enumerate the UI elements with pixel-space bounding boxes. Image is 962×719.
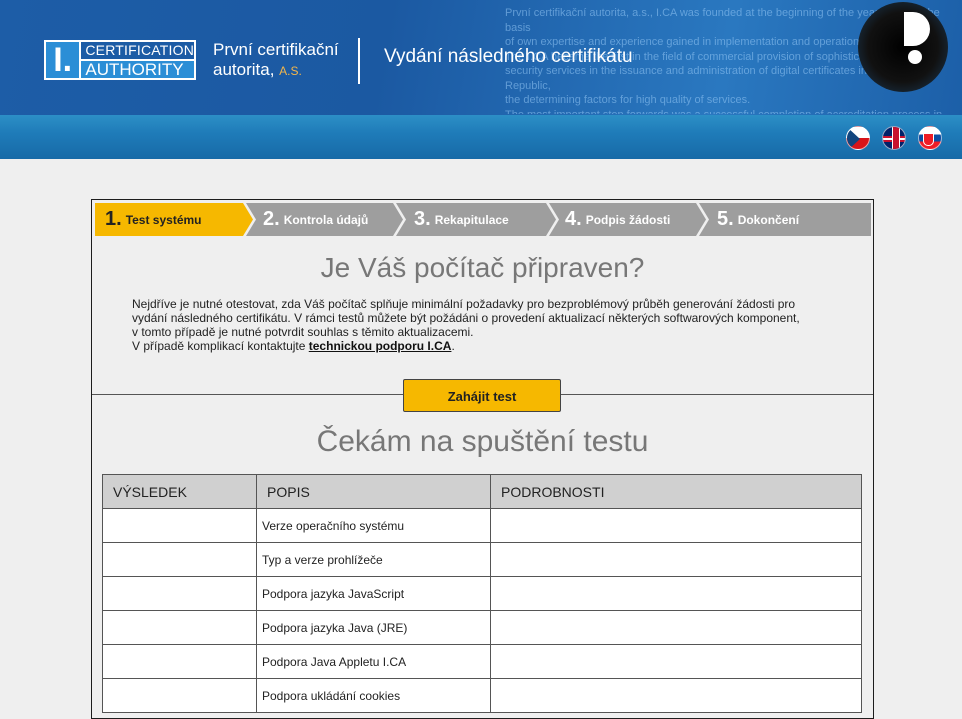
details-cell	[490, 576, 862, 611]
result-cell	[102, 644, 257, 679]
table-row: Podpora jazyka Java (JRE)	[102, 610, 862, 645]
table-row: Podpora jazyka JavaScript	[102, 576, 862, 611]
column-header-description: POPIS	[256, 474, 491, 509]
description-cell: Podpora Java Appletu I.CA	[256, 644, 491, 679]
column-header-result: VÝSLEDEK	[102, 474, 257, 509]
step-recap[interactable]: 3. Rekapitulace	[404, 203, 549, 236]
result-cell	[102, 576, 257, 611]
description-cell: Podpora jazyka Java (JRE)	[256, 610, 491, 645]
cs-flag-icon[interactable]	[846, 126, 870, 150]
column-header-details: PODROBNOSTI	[490, 474, 862, 509]
company-name: První certifikační autorita, A.S.	[213, 40, 339, 79]
result-cell	[102, 542, 257, 577]
details-cell	[490, 610, 862, 645]
step-test-system[interactable]: 1. Test systému	[95, 203, 245, 236]
details-cell	[490, 678, 862, 713]
table-row: Podpora ukládání cookies	[102, 678, 862, 713]
details-cell	[490, 508, 862, 543]
result-cell	[102, 678, 257, 713]
ica-logo[interactable]: I. CERTIFICATION AUTHORITY	[44, 40, 196, 80]
step-data-check[interactable]: 2. Kontrola údajů	[253, 203, 398, 236]
table-header-row: VÝSLEDEK POPIS PODROBNOSTI	[102, 474, 862, 509]
table-row: Verze operačního systému	[102, 508, 862, 543]
table-row: Typ a verze prohlížeče	[102, 542, 862, 577]
ica-emblem-icon	[858, 2, 948, 92]
description-cell: Podpora jazyka JavaScript	[256, 576, 491, 611]
logo-letter: I.	[46, 42, 82, 78]
header-language-bar	[0, 115, 962, 159]
site-header: První certifikační autorita, a.s., I.CA …	[0, 0, 962, 159]
result-cell	[102, 508, 257, 543]
sk-flag-icon[interactable]	[918, 126, 942, 150]
waiting-title: Čekám na spuštění testu	[316, 425, 649, 458]
result-cell	[102, 610, 257, 645]
page-heading: Vydání následného certifikátu	[384, 46, 633, 67]
logo-words: CERTIFICATION AUTHORITY	[81, 42, 194, 78]
step-sign-request[interactable]: 4. Podpis žádosti	[555, 203, 700, 236]
intro-text: Nejdříve je nutné otestovat, zda Váš poč…	[132, 297, 800, 353]
description-cell: Typ a verze prohlížeče	[256, 542, 491, 577]
en-flag-icon[interactable]	[882, 126, 906, 150]
results-table: VÝSLEDEK POPIS PODROBNOSTI Verze operačn…	[102, 474, 862, 713]
company-line-1: První certifikační	[213, 40, 339, 59]
logo-line-1: CERTIFICATION	[81, 42, 194, 61]
details-cell	[490, 644, 862, 679]
table-row: Podpora Java Appletu I.CA	[102, 644, 862, 679]
wizard-panel: 1. Test systému 2. Kontrola údajů 3. Rekapi…	[91, 199, 874, 719]
start-test-button[interactable]: Zahájit test	[403, 379, 561, 412]
details-cell	[490, 542, 862, 577]
company-suffix: A.S.	[279, 64, 302, 78]
step-finish[interactable]: 5. Dokončení	[707, 203, 867, 236]
description-cell: Podpora ukládání cookies	[256, 678, 491, 713]
header-divider	[358, 38, 360, 84]
readiness-title: Je Váš počítač připraven?	[320, 252, 645, 283]
company-line-2: autorita	[213, 60, 270, 79]
description-cell: Verze operačního systému	[256, 508, 491, 543]
support-link[interactable]: technickou podporu I.CA	[309, 339, 452, 353]
wizard-steps: 1. Test systému 2. Kontrola údajů 3. Rekapi…	[95, 203, 871, 236]
logo-line-2: AUTHORITY	[81, 61, 194, 78]
